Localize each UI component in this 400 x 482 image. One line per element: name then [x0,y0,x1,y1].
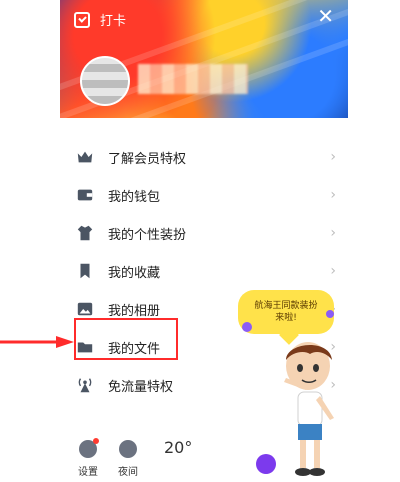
menu-item-vip[interactable]: 了解会员特权 › [76,142,336,172]
bookmark-icon [80,263,90,279]
promo-bubble[interactable]: 航海王同款装扮 来啦! [238,290,334,334]
menu-item-wallet[interactable]: 我的钱包 › [76,180,336,210]
highlight-box [74,318,178,360]
decor-dot [326,310,334,318]
weather-temperature: 20° [164,438,193,457]
menu-item-label: 我的相册 [108,303,161,319]
decor-dot [242,322,252,332]
settings-icon [79,438,99,458]
checkin-label: 打卡 [100,14,127,29]
antenna-icon [78,378,92,393]
crown-icon [77,151,93,163]
photo-icon [77,302,93,316]
decor-ball [256,454,276,474]
settings-label: 设置 [78,467,98,478]
menu-item-favorites[interactable]: 我的收藏 › [76,256,336,286]
checkin-button[interactable]: 打卡 [74,10,126,29]
shirt-icon [77,225,93,241]
calendar-check-icon [74,11,90,28]
menu-item-label: 我的个性装扮 [108,227,187,243]
chevron-right-icon: › [330,225,336,241]
menu-item-label: 了解会员特权 [108,151,187,167]
promo-line-1: 航海王同款装扮 [254,301,318,311]
promo-line-2: 来啦! [275,313,297,323]
night-mode-button[interactable]: 夜间 [118,440,138,478]
cartoon-character-illustration [284,342,334,476]
night-label: 夜间 [118,467,138,478]
chevron-right-icon: › [330,187,336,203]
menu-item-label: 我的收藏 [108,265,161,281]
menu-item-personalization[interactable]: 我的个性装扮 › [76,218,336,248]
settings-button[interactable]: 设置 [78,438,99,478]
moon-icon [119,440,137,458]
menu-item-label: 免流量特权 [108,379,174,395]
profile-banner: 打卡 ✕ [60,0,348,160]
close-icon[interactable]: ✕ [317,6,334,26]
wallet-icon [77,189,93,201]
annotation-arrow [0,336,74,348]
menu-item-label: 我的钱包 [108,189,161,205]
chevron-right-icon: › [330,149,336,165]
notification-badge [93,438,99,444]
profile-name-blurred[interactable] [138,64,248,94]
chevron-right-icon: › [330,263,336,279]
avatar[interactable] [80,56,130,106]
